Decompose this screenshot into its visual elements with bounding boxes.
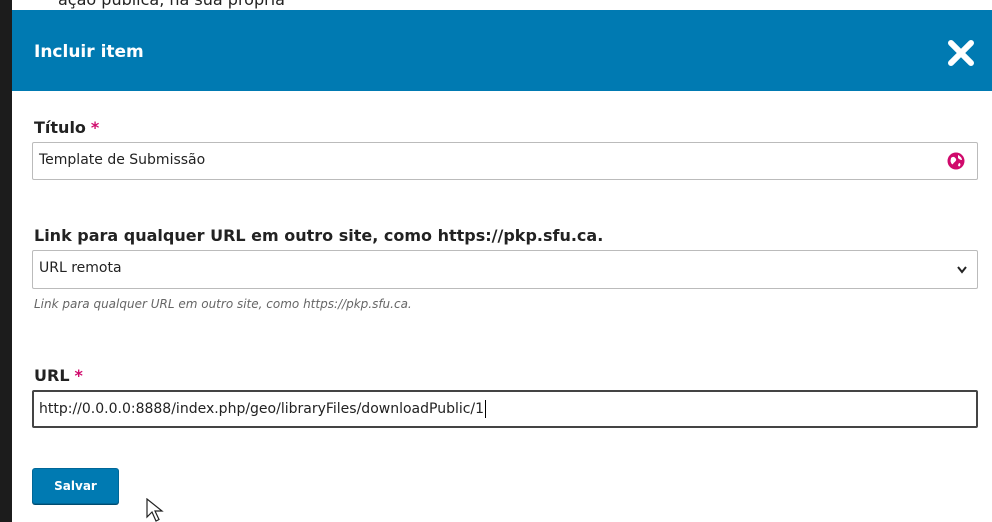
url-input-value: http://0.0.0.0:8888/index.php/geo/librar… (39, 400, 487, 418)
link-type-help-text: Link para qualquer URL em outro site, co… (34, 297, 412, 311)
title-input-value: Template de Submissão (39, 152, 206, 168)
title-label: Título * (34, 118, 99, 137)
link-type-selected-value: URL remota (39, 260, 122, 276)
chevron-down-icon (957, 266, 967, 274)
url-label-text: URL (34, 366, 70, 385)
text-caret (485, 400, 487, 418)
url-label: URL * (34, 366, 83, 385)
required-marker: * (90, 118, 100, 137)
link-type-label: Link para qualquer URL em outro site, co… (34, 226, 604, 245)
background-page: ação pública, na sua própria (0, 0, 992, 10)
save-button[interactable]: Salvar (32, 468, 119, 504)
background-text: ação pública, na sua própria (58, 0, 285, 9)
required-marker: * (74, 366, 83, 385)
close-button[interactable] (946, 38, 976, 68)
title-input[interactable]: Template de Submissão (32, 142, 978, 180)
title-label-text: Título (34, 118, 86, 137)
link-type-select[interactable]: URL remota (32, 250, 978, 289)
modal-header: Incluir item (12, 10, 992, 91)
modal-dialog: Incluir item Título * Template de Submiss… (12, 10, 992, 522)
mouse-pointer-icon (146, 498, 164, 522)
background-sidebar-edge (0, 0, 12, 522)
url-input[interactable]: http://0.0.0.0:8888/index.php/geo/librar… (32, 390, 978, 428)
close-x-icon (948, 40, 974, 66)
url-input-text: http://0.0.0.0:8888/index.php/geo/librar… (39, 401, 485, 417)
globe-icon[interactable] (947, 152, 965, 170)
modal-title: Incluir item (34, 42, 144, 62)
